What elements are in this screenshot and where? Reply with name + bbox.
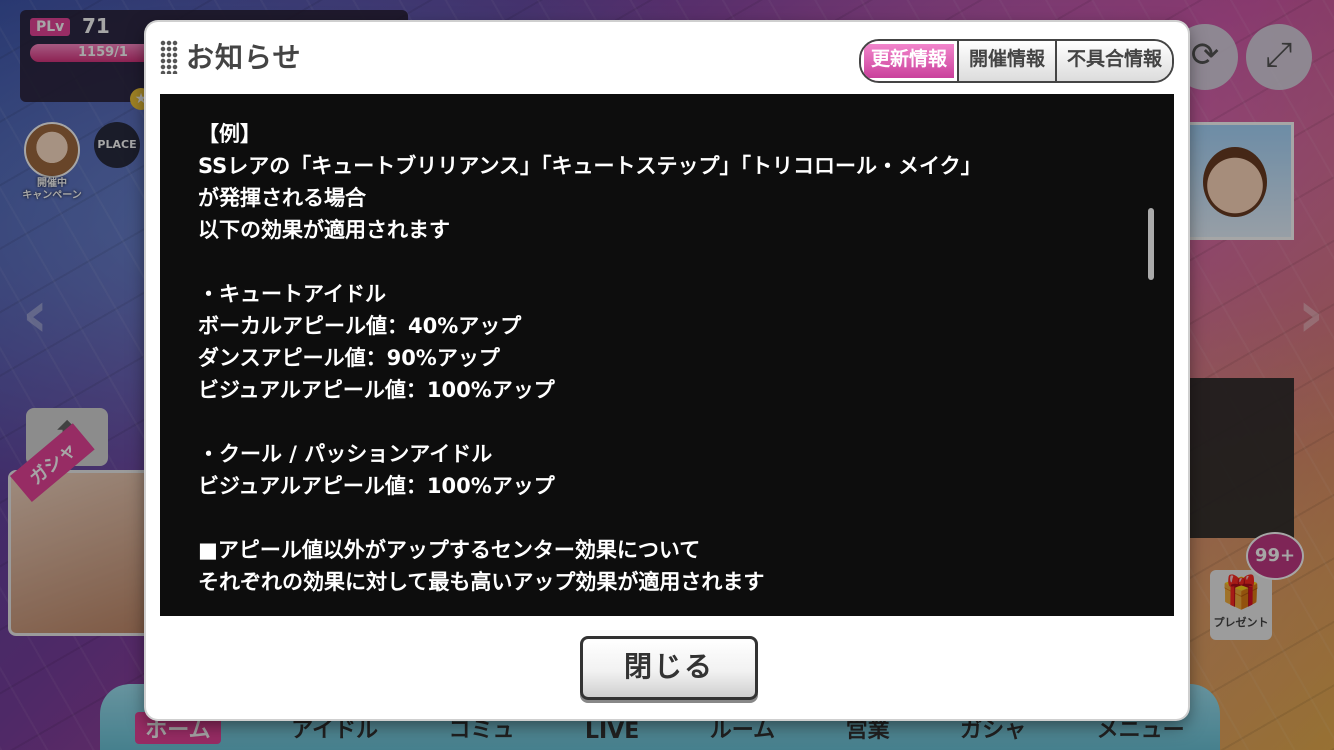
- content-line: [198, 246, 982, 278]
- content-line: が発揮される場合: [198, 186, 366, 210]
- content-line: SSレアの「キュートブリリアンス」「キュートステップ」「トリコロール・メイク」: [198, 154, 982, 178]
- dialog-header: お知らせ 更新情報 開催情報 不具合情報: [146, 22, 1188, 94]
- content-line: ダンスアピール値：90%アップ: [198, 346, 500, 370]
- content-line: ビジュアルアピール値：100%アップ: [198, 474, 555, 498]
- announcement-dialog: お知らせ 更新情報 開催情報 不具合情報 【例】 SSレアの「キュートブリリアンス…: [146, 22, 1188, 719]
- content-line: ボーカルアピール値：40%アップ: [198, 314, 522, 338]
- close-button[interactable]: 閉じる: [580, 636, 758, 700]
- tab-group: 更新情報 開催情報 不具合情報: [858, 39, 1174, 83]
- content-line: 以下の効果が適用されます: [198, 218, 450, 242]
- content-line: それぞれの効果に対して最も高いアップ効果が適用されます: [198, 570, 765, 594]
- content-line: ビジュアルアピール値：100%アップ: [198, 378, 555, 402]
- tab-bug-info[interactable]: 不具合情報: [1054, 41, 1172, 81]
- grip-icon: [160, 40, 178, 74]
- tab-event-info[interactable]: 開催情報: [956, 41, 1055, 81]
- dialog-title: お知らせ: [186, 41, 302, 74]
- content-line: ・クール / パッションアイドル: [198, 442, 493, 466]
- content-line: [198, 502, 982, 534]
- scrollbar-thumb[interactable]: [1148, 208, 1154, 280]
- announcement-text: 【例】 SSレアの「キュートブリリアンス」「キュートステップ」「トリコロール・メイ…: [198, 118, 982, 598]
- content-line: ・キュートアイドル: [198, 282, 386, 306]
- announcement-content[interactable]: 【例】 SSレアの「キュートブリリアンス」「キュートステップ」「トリコロール・メイ…: [160, 94, 1174, 616]
- content-line: [198, 406, 982, 438]
- tab-update-info[interactable]: 更新情報: [860, 41, 957, 81]
- content-line: ■アピール値以外がアップするセンター効果について: [198, 538, 701, 562]
- content-line: 【例】: [198, 122, 261, 146]
